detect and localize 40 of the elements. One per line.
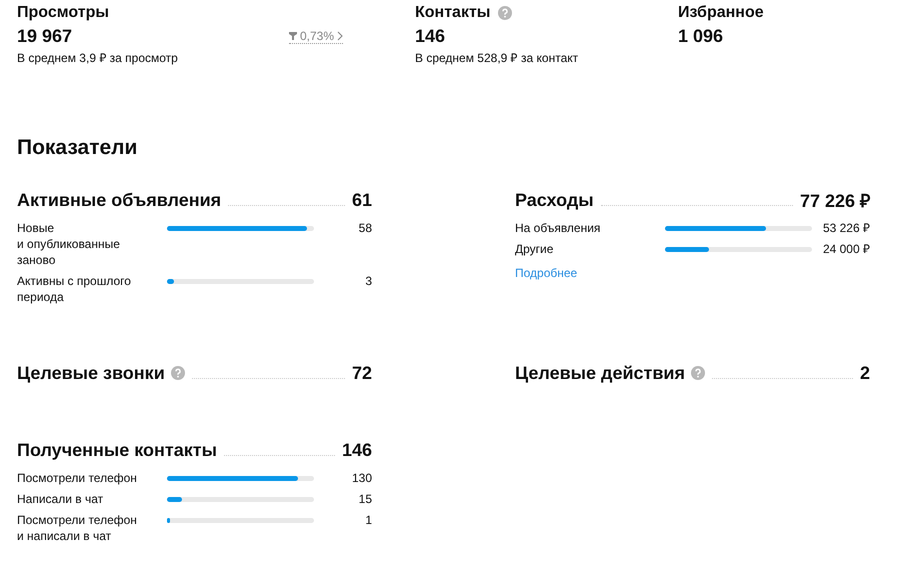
row-label: Другие	[515, 241, 554, 257]
row-value: 3	[364, 273, 372, 289]
metric-value: 61	[352, 190, 372, 210]
metric-title: Полученные контакты	[17, 440, 217, 460]
metric-value: 146	[342, 440, 372, 460]
help-icon[interactable]	[498, 6, 512, 20]
row-label: Посмотрели телефон	[17, 470, 138, 486]
details-link[interactable]: Подробнее	[515, 266, 578, 280]
section-title: Показатели	[17, 136, 138, 160]
stat-value: 19 967	[17, 26, 72, 46]
row-value: 24 000 ₽	[822, 241, 870, 257]
help-icon[interactable]	[691, 366, 705, 380]
row-value: 130	[350, 470, 372, 486]
trend-link[interactable]: 0,73%	[288, 28, 343, 44]
metric-value: 2	[860, 362, 870, 384]
stat-title: Контакты	[415, 4, 490, 22]
metric-title: Расходы	[515, 190, 594, 210]
funnel-icon	[288, 32, 297, 40]
stat-note: В среднем 3,9 ₽ за просмотр	[17, 50, 179, 66]
stat-title: Избранное	[678, 4, 764, 22]
row-label: На объявления	[515, 220, 602, 236]
metric-title: Целевые действия	[515, 362, 685, 384]
stat-title: Просмотры	[17, 4, 110, 22]
metric-title: Активные объявления	[17, 190, 222, 210]
stat-note: В среднем 528,9 ₽ за контакт	[415, 50, 580, 66]
row-label: Посмотрели телефон и написали в чат	[17, 512, 138, 544]
help-icon[interactable]	[170, 366, 185, 380]
row-label: Новые и опубликованные заново	[17, 220, 121, 268]
row-value: 58	[358, 220, 372, 236]
row-label: Активны с прошлого периода	[17, 273, 132, 305]
row-value: 15	[358, 491, 372, 507]
metric-value: 77 226 ₽	[800, 190, 870, 212]
row-label: Написали в чат	[17, 491, 104, 507]
row-value: 1	[364, 512, 372, 528]
stat-value: 146	[415, 26, 446, 46]
metric-value: 72	[352, 362, 372, 384]
chevron-icon	[337, 30, 343, 40]
row-value: 53 226 ₽	[822, 220, 870, 236]
metric-title: Целевые звонки	[17, 362, 165, 384]
stat-value: 1 096	[678, 26, 724, 46]
